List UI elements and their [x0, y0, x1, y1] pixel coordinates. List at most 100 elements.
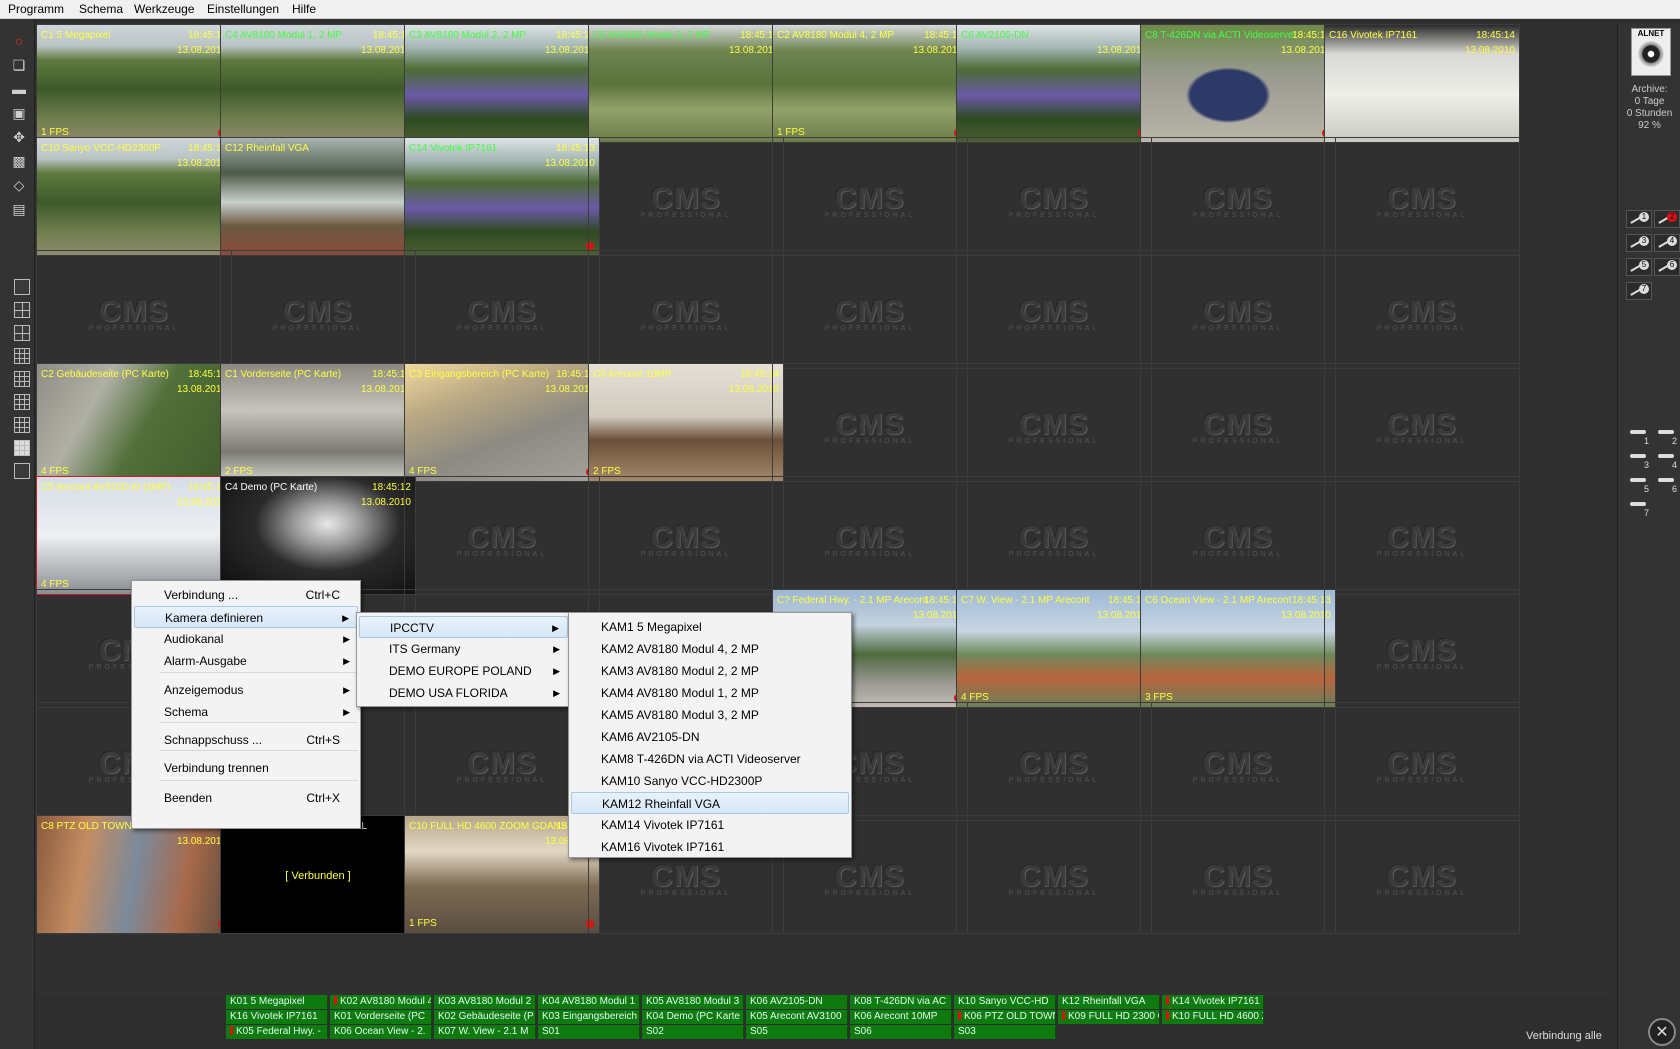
context-menu-item[interactable]: Verbindung ... Ctrl+C	[134, 584, 358, 606]
empty-slot[interactable]: CMSPROFESSIONAL	[1140, 815, 1336, 934]
empty-slot[interactable]: CMSPROFESSIONAL	[1140, 250, 1336, 369]
camera-item[interactable]: KAM12 Rheinfall VGA	[571, 792, 849, 814]
camera-tag[interactable]: S01	[538, 1025, 640, 1039]
camera-group-item[interactable]: DEMO USA FLORIDA ▶	[359, 682, 568, 704]
ptz-button[interactable]: 7	[1626, 282, 1652, 300]
camera-tag[interactable]: K02 AV8180 Modul 4	[330, 995, 432, 1009]
camera-tag[interactable]: K07 W. View - 2.1 M	[434, 1025, 536, 1039]
camera-tag[interactable]: K04 AV8180 Modul 1	[538, 995, 640, 1009]
window-icon[interactable]: ▩	[10, 153, 28, 169]
camera-tile[interactable]: C12 Rheinfall VGA	[220, 137, 416, 256]
camera-tile[interactable]: C5 Arecont AV3100-AI (3MP) 18:45:14 13.08.…	[36, 476, 232, 595]
layout-8x8-icon[interactable]	[14, 440, 30, 456]
camera-item[interactable]: KAM3 AV8180 Modul 2, 2 MP	[571, 660, 849, 682]
minus-icon[interactable]: ▬	[10, 81, 28, 97]
menu-hilfe[interactable]: Hilfe	[292, 0, 316, 18]
empty-slot[interactable]: CMSPROFESSIONAL	[772, 250, 968, 369]
snapshot-icon[interactable]: ▣	[10, 105, 28, 121]
camera-tag[interactable]: K10 FULL HD 4600 Z	[1162, 1010, 1264, 1024]
camera-item[interactable]: KAM10 Sanyo VCC-HD2300P	[571, 770, 849, 792]
preset-button[interactable]: 1	[1626, 428, 1652, 446]
preset-button[interactable]: 2	[1654, 428, 1680, 446]
preset-button[interactable]: 5	[1626, 476, 1652, 494]
layout-1p5-icon[interactable]	[14, 325, 30, 341]
camera-tag[interactable]: S05	[746, 1025, 848, 1039]
camera-group-item[interactable]: DEMO EUROPE POLAND ▶	[359, 660, 568, 682]
ptz-button[interactable]: 1	[1626, 210, 1652, 228]
camera-item[interactable]: KAM1 5 Megapixel	[571, 616, 849, 638]
camera-tile[interactable]: C5 AV8180 Modul 3, 2 MP 18:45:12 13.08.201…	[588, 24, 784, 143]
camera-tag[interactable]: S03	[954, 1025, 1056, 1039]
monitor-icon[interactable]: ▤	[10, 201, 28, 217]
empty-slot[interactable]: CMSPROFESSIONAL	[1140, 702, 1336, 821]
empty-slot[interactable]: CMSPROFESSIONAL	[956, 137, 1152, 256]
camera-tag[interactable]: K16 Vivotek IP7161	[226, 1010, 328, 1024]
empty-slot[interactable]: CMSPROFESSIONAL	[1140, 137, 1336, 256]
empty-slot[interactable]: CMSPROFESSIONAL	[588, 137, 784, 256]
layout-1p7-icon[interactable]	[14, 371, 30, 387]
preset-button[interactable]: 6	[1654, 476, 1680, 494]
camera-tile[interactable]: C1 5 Megapixel 18:45:14 13.08.2010 1 FPS	[36, 24, 232, 143]
camera-tile[interactable]: C8 T-426DN via ACTI Videoserver 18:45:14 1…	[1140, 24, 1336, 143]
camera-tile[interactable]: C8 PTZ OLD TOWN GDANSK PL18:45:1013.08.2…	[36, 815, 232, 934]
context-menu-item[interactable]: Kamera definieren ▶	[134, 606, 358, 628]
empty-slot[interactable]: CMSPROFESSIONAL	[404, 476, 600, 595]
empty-slot[interactable]: CMSPROFESSIONAL	[1324, 363, 1520, 482]
empty-slot[interactable]: CMSPROFESSIONAL	[1324, 250, 1520, 369]
diamond-icon[interactable]: ◇	[10, 177, 28, 193]
layout-2x2-icon[interactable]	[14, 302, 30, 318]
camera-tag[interactable]: K06 PTZ OLD TOWN	[954, 1010, 1056, 1024]
empty-slot[interactable]: CMSPROFESSIONAL	[36, 250, 232, 369]
preset-button[interactable]: 4	[1654, 452, 1680, 470]
camera-tile[interactable]: C3 Eingangsbereich (PC Karte) 18:45:13 13.…	[404, 363, 600, 482]
camera-tag[interactable]: S02	[642, 1025, 744, 1039]
camera-tile[interactable]: C6 Ocean View - 2.1 MP Arecont 18:45:13 13…	[1140, 589, 1336, 708]
copy-icon[interactable]: ❏	[10, 57, 28, 73]
context-menu-item[interactable]: Schema ▶	[134, 701, 358, 723]
context-menu-item[interactable]: Verbindung trennen	[134, 757, 358, 779]
context-menu-item[interactable]: Beenden Ctrl+X	[134, 787, 358, 809]
menu-schema[interactable]: Schema	[79, 0, 123, 18]
empty-slot[interactable]: CMSPROFESSIONAL	[956, 476, 1152, 595]
camera-tile[interactable]: C3 AV8180 Modul 2, 2 MP 18:45:12 13.08.201…	[404, 24, 600, 143]
empty-slot[interactable]: CMSPROFESSIONAL	[956, 250, 1152, 369]
empty-slot[interactable]: CMSPROFESSIONAL	[588, 250, 784, 369]
camera-tag[interactable]: K06 Ocean View - 2.	[330, 1025, 432, 1039]
camera-tag[interactable]: K03 Eingangsbereich	[538, 1010, 640, 1024]
layout-3x3-icon[interactable]	[14, 348, 30, 364]
record-icon[interactable]: ○	[10, 33, 28, 49]
empty-slot[interactable]: CMSPROFESSIONAL	[1324, 589, 1520, 708]
ptz-button[interactable]: 5	[1626, 258, 1652, 276]
camera-tag[interactable]: K08 T-426DN via AC	[850, 995, 952, 1009]
camera-tile[interactable]: C2 Gebäudeseite (PC Karte) 18:45:13 13.08.…	[36, 363, 232, 482]
camera-item[interactable]: KAM16 Vivotek IP7161	[571, 836, 849, 858]
camera-tag[interactable]: K02 Gebäudeseite (P	[434, 1010, 536, 1024]
camera-group-item[interactable]: ITS Germany ▶	[359, 638, 568, 660]
camera-item[interactable]: KAM4 AV8180 Modul 1, 2 MP	[571, 682, 849, 704]
ptz-button[interactable]: 2	[1654, 210, 1680, 228]
empty-slot[interactable]: CMSPROFESSIONAL	[1324, 702, 1520, 821]
layout-1x1-icon[interactable]	[14, 279, 30, 295]
empty-slot[interactable]: CMSPROFESSIONAL	[1140, 476, 1336, 595]
empty-slot[interactable]: CMSPROFESSIONAL	[1324, 137, 1520, 256]
camera-tile[interactable]: C16 Vivotek IP7161 18:45:14 13.08.2010	[1324, 24, 1520, 143]
empty-slot[interactable]: CMSPROFESSIONAL	[772, 476, 968, 595]
context-menu-item[interactable]: Alarm-Ausgabe ▶	[134, 650, 358, 672]
camera-tag[interactable]: K06 AV2105-DN	[746, 995, 848, 1009]
camera-tag[interactable]: K04 Demo (PC Karte	[642, 1010, 744, 1024]
empty-slot[interactable]: CMSPROFESSIONAL	[956, 815, 1152, 934]
camera-tile[interactable]: C6 AV2105-DN 13.08.2010	[956, 24, 1152, 143]
camera-tile[interactable]: C1 Vorderseite (PC Karte) 18:45:14 13.08.2…	[220, 363, 416, 482]
camera-item[interactable]: KAM14 Vivotek IP7161	[571, 814, 849, 836]
menu-einstellungen[interactable]: Einstellungen	[207, 0, 279, 18]
empty-slot[interactable]: CMSPROFESSIONAL	[956, 363, 1152, 482]
empty-slot[interactable]: CMSPROFESSIONAL	[220, 250, 416, 369]
preset-button[interactable]: 3	[1626, 452, 1652, 470]
layout-4x4-icon[interactable]	[14, 394, 30, 410]
camera-tag[interactable]: K05 Federal Hwy. -	[226, 1025, 328, 1039]
camera-tile[interactable]: C6 Arecont 10MP 18:45:14 13.08.2010 2 FPS	[588, 363, 784, 482]
camera-tag[interactable]: K03 AV8180 Modul 2	[434, 995, 536, 1009]
layout-5x5-icon[interactable]	[14, 417, 30, 433]
camera-tag[interactable]: K01 5 Megapixel	[226, 995, 328, 1009]
layout-custom-icon[interactable]	[14, 463, 30, 479]
